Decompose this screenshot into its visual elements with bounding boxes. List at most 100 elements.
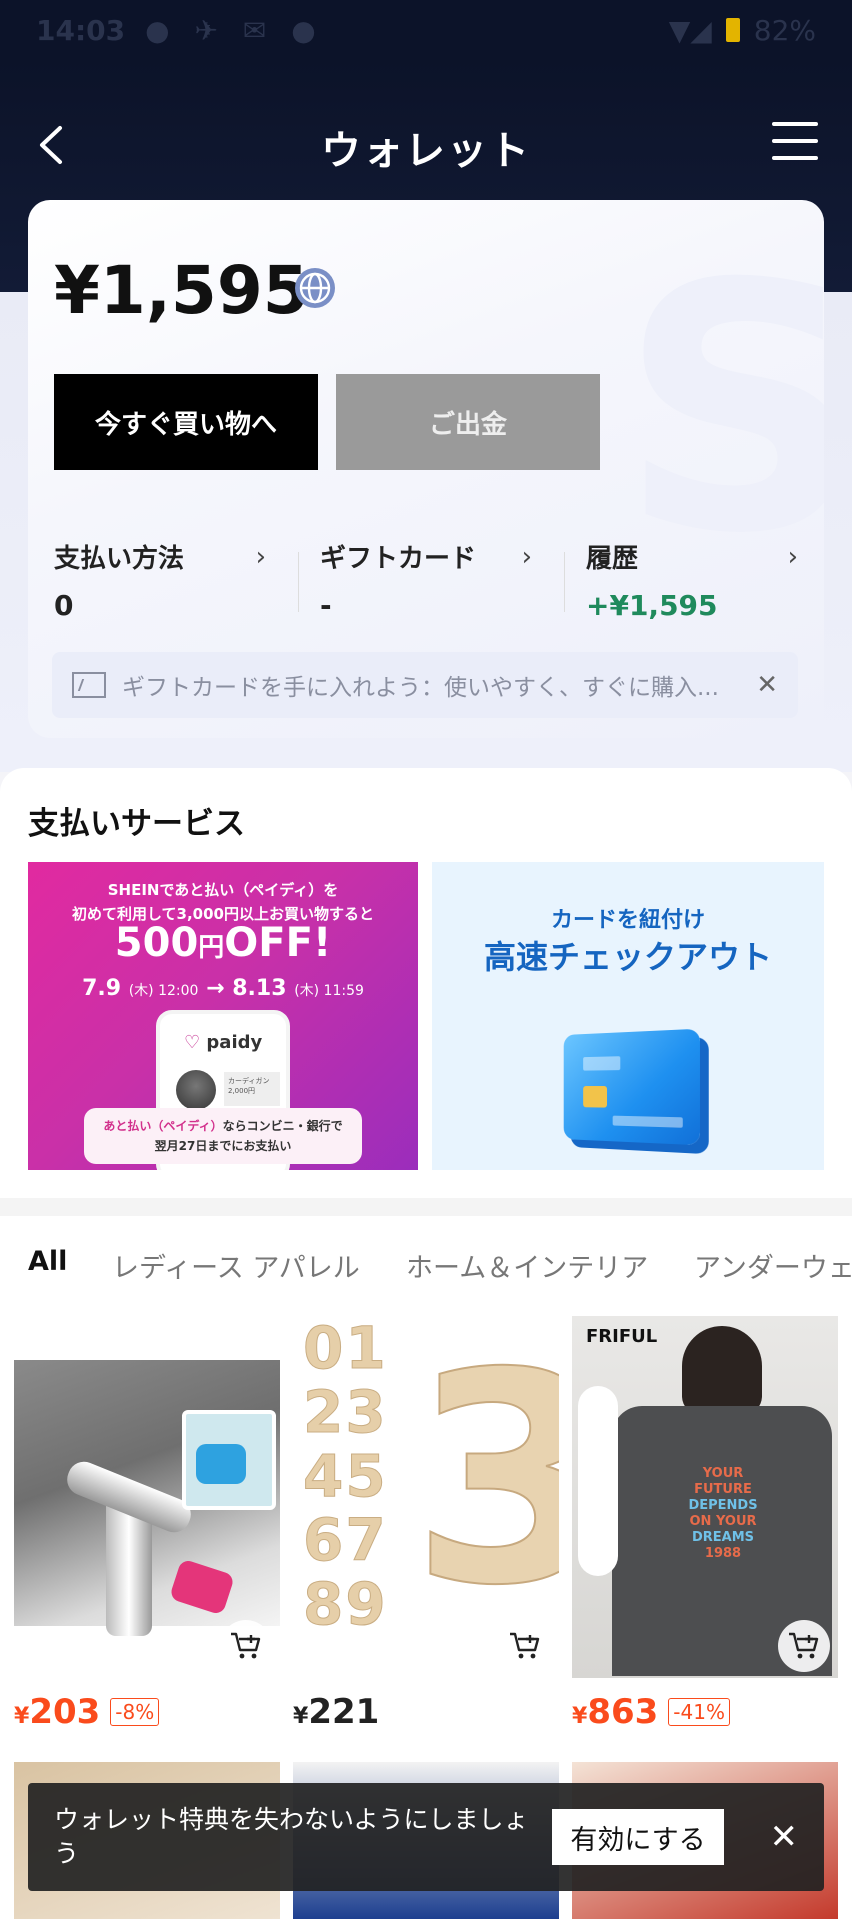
product-name: カーディガン [228, 1077, 270, 1085]
divider [564, 552, 565, 612]
wallet-stats: 支払い方法 0 › ギフトカード - › 履歴 +¥1,595 › [28, 538, 824, 622]
stat-payment-methods[interactable]: 支払い方法 0 › [54, 538, 266, 622]
divider [298, 552, 299, 612]
close-icon[interactable]: ✕ [770, 1817, 799, 1857]
faucet-extender [168, 1558, 236, 1616]
enable-button[interactable]: 有効にする [552, 1809, 724, 1865]
status-right: ▼◢ 82% [669, 14, 816, 47]
print-line: YOUR [702, 1466, 744, 1481]
currency-symbol: ¥ [14, 1704, 30, 1729]
faucet-photo [14, 1360, 280, 1636]
section-divider [0, 1198, 852, 1216]
paidy-promo-text: SHEINであと払い（ペイディ）を 初めて利用して3,000円以上お買い物すると [28, 878, 418, 926]
arrow: → [206, 976, 225, 1001]
paidy-dates: 7.9 (木) 12:00 → 8.13 (木) 11:59 [28, 976, 418, 1001]
print-line: ON YOUR [689, 1514, 757, 1529]
chevron-right-icon: › [521, 542, 532, 572]
section-title: 支払いサービス [28, 806, 245, 842]
withdraw-button[interactable]: ご出金 [336, 374, 600, 470]
balloon-three: 3 [410, 1316, 559, 1649]
paidy-yen: 円 [198, 933, 225, 963]
credit-card-icon [563, 1028, 700, 1146]
category-tabs: All レディース アパレル ホーム＆インテリア アンダーウェ [0, 1216, 852, 1316]
price-value: 221 [308, 1692, 380, 1732]
print-line: 1988 [704, 1546, 742, 1561]
print-line: DREAMS [691, 1530, 755, 1545]
paidy-date-start-sub: (木) 12:00 [128, 983, 199, 999]
tab-all[interactable]: All [28, 1246, 67, 1277]
currency-symbol: ¥ [572, 1704, 588, 1729]
wallet-balance: ¥1,595 [54, 252, 309, 329]
wallet-card: S ¥1,595 今すぐ買い物へ ご出金 支払い方法 0 › ギフトカード - … [28, 200, 824, 738]
model-head [682, 1326, 762, 1416]
add-to-cart-icon[interactable] [778, 1620, 830, 1672]
tab-home-interior[interactable]: ホーム＆インテリア [406, 1246, 648, 1285]
page-title: ウォレット [321, 128, 531, 174]
stat-gift-card[interactable]: ギフトカード - › [298, 538, 532, 622]
product-image[interactable]: 01 23 45 67 89 3 [293, 1316, 559, 1678]
add-to-cart-icon[interactable] [220, 1620, 272, 1672]
notification-icons: ● ✈ ✉ ● [145, 13, 324, 47]
payment-services-section: 支払いサービス SHEINであと払い（ペイディ）を 初めて利用して3,000円以… [0, 768, 852, 1198]
paidy-promo-banner[interactable]: SHEINであと払い（ペイディ）を 初めて利用して3,000円以上お買い物すると… [28, 862, 418, 1170]
battery-level: 82% [753, 13, 816, 47]
stat-label: 支払い方法 [54, 544, 185, 574]
status-time: 14:03 [36, 13, 126, 47]
product-price: ¥863 -41% [572, 1692, 730, 1732]
toast-message: ウォレット特典を失わないようにしましょう [54, 1805, 529, 1868]
stat-value: 0 [54, 589, 74, 622]
print-line: DEPENDS [688, 1498, 758, 1513]
tshirt-print: YOUR FUTURE DEPENDS ON YOUR DREAMS 1988 [668, 1466, 778, 1562]
paidy-logo: ♡ paidy [184, 1032, 262, 1053]
balloon-digits: 01 23 45 67 89 [303, 1316, 388, 1638]
link-card-banner[interactable]: カードを紐付け 高速チェックアウト [432, 862, 824, 1170]
card-stripe [612, 1115, 683, 1128]
close-icon[interactable]: ✕ [756, 670, 778, 700]
gift-card-banner[interactable]: ギフトカードを手に入れよう：使いやすく、すぐに購入... ✕ [52, 652, 798, 718]
product-image[interactable]: YOUR FUTURE DEPENDS ON YOUR DREAMS 1988 … [572, 1316, 838, 1678]
card-link-line2: 高速チェックアウト [483, 938, 772, 976]
product-price: 2,000円 [228, 1087, 256, 1095]
product-price: ¥221 [293, 1692, 379, 1732]
inset-extender [196, 1444, 246, 1484]
tab-ladies-apparel[interactable]: レディース アパレル [112, 1246, 360, 1285]
ticket-icon [72, 672, 106, 698]
brand-label: FRIFUL [586, 1326, 658, 1347]
hamburger-menu-icon[interactable] [772, 122, 818, 162]
paidy-discount: 500円OFF! [28, 920, 418, 966]
card-chip [583, 1086, 608, 1108]
status-bar: 14:03 ● ✈ ✉ ● ▼◢ 82% [0, 0, 852, 60]
feature-badges [578, 1386, 618, 1576]
paidy-logo-icon: ♡ [184, 1032, 201, 1053]
paidy-date-start: 7.9 [82, 976, 122, 1001]
currency-symbol: ¥ [293, 1704, 309, 1729]
shop-now-button[interactable]: 今すぐ買い物へ [54, 374, 318, 470]
wallet-benefit-toast: ウォレット特典を失わないようにしましょう 有効にする ✕ [28, 1783, 824, 1891]
watermark-s: S [619, 212, 824, 608]
add-to-cart-icon[interactable] [499, 1620, 551, 1672]
stat-value: +¥1,595 [586, 589, 718, 622]
price-value: 863 [587, 1692, 659, 1732]
stat-label: 履歴 [586, 544, 639, 574]
price-value: 203 [29, 1692, 101, 1732]
paidy-date-end-sub: (木) 11:59 [294, 983, 364, 999]
paidy-pill: あと払い（ペイディ）ならコンビニ・銀行で 翌月27日までにお支払い [84, 1108, 362, 1164]
discount-badge: -8% [110, 1698, 160, 1726]
gift-banner-text: ギフトカードを手に入れよう：使いやすく、すぐに購入... [122, 675, 719, 701]
stat-value: - [320, 589, 332, 622]
pill-rest: ならコンビニ・銀行で [222, 1119, 343, 1133]
stat-history[interactable]: 履歴 +¥1,595 › [564, 538, 798, 622]
signal-icon: ▼◢ [668, 13, 712, 47]
chevron-right-icon: › [787, 542, 798, 572]
battery-icon [725, 18, 740, 42]
paidy-amount: 500 [114, 920, 199, 966]
paidy-line1: SHEINであと払い（ペイディ）を [107, 881, 339, 899]
chevron-right-icon: › [255, 542, 266, 572]
card-link-line1: カードを紐付け [550, 908, 705, 933]
print-line: FUTURE [694, 1482, 752, 1497]
stat-label: ギフトカード [320, 544, 477, 574]
product-image[interactable] [14, 1316, 280, 1678]
tab-underwear[interactable]: アンダーウェ [694, 1246, 852, 1285]
globe-icon[interactable] [293, 266, 337, 310]
pill-highlight: あと払い（ペイディ） [103, 1119, 223, 1133]
